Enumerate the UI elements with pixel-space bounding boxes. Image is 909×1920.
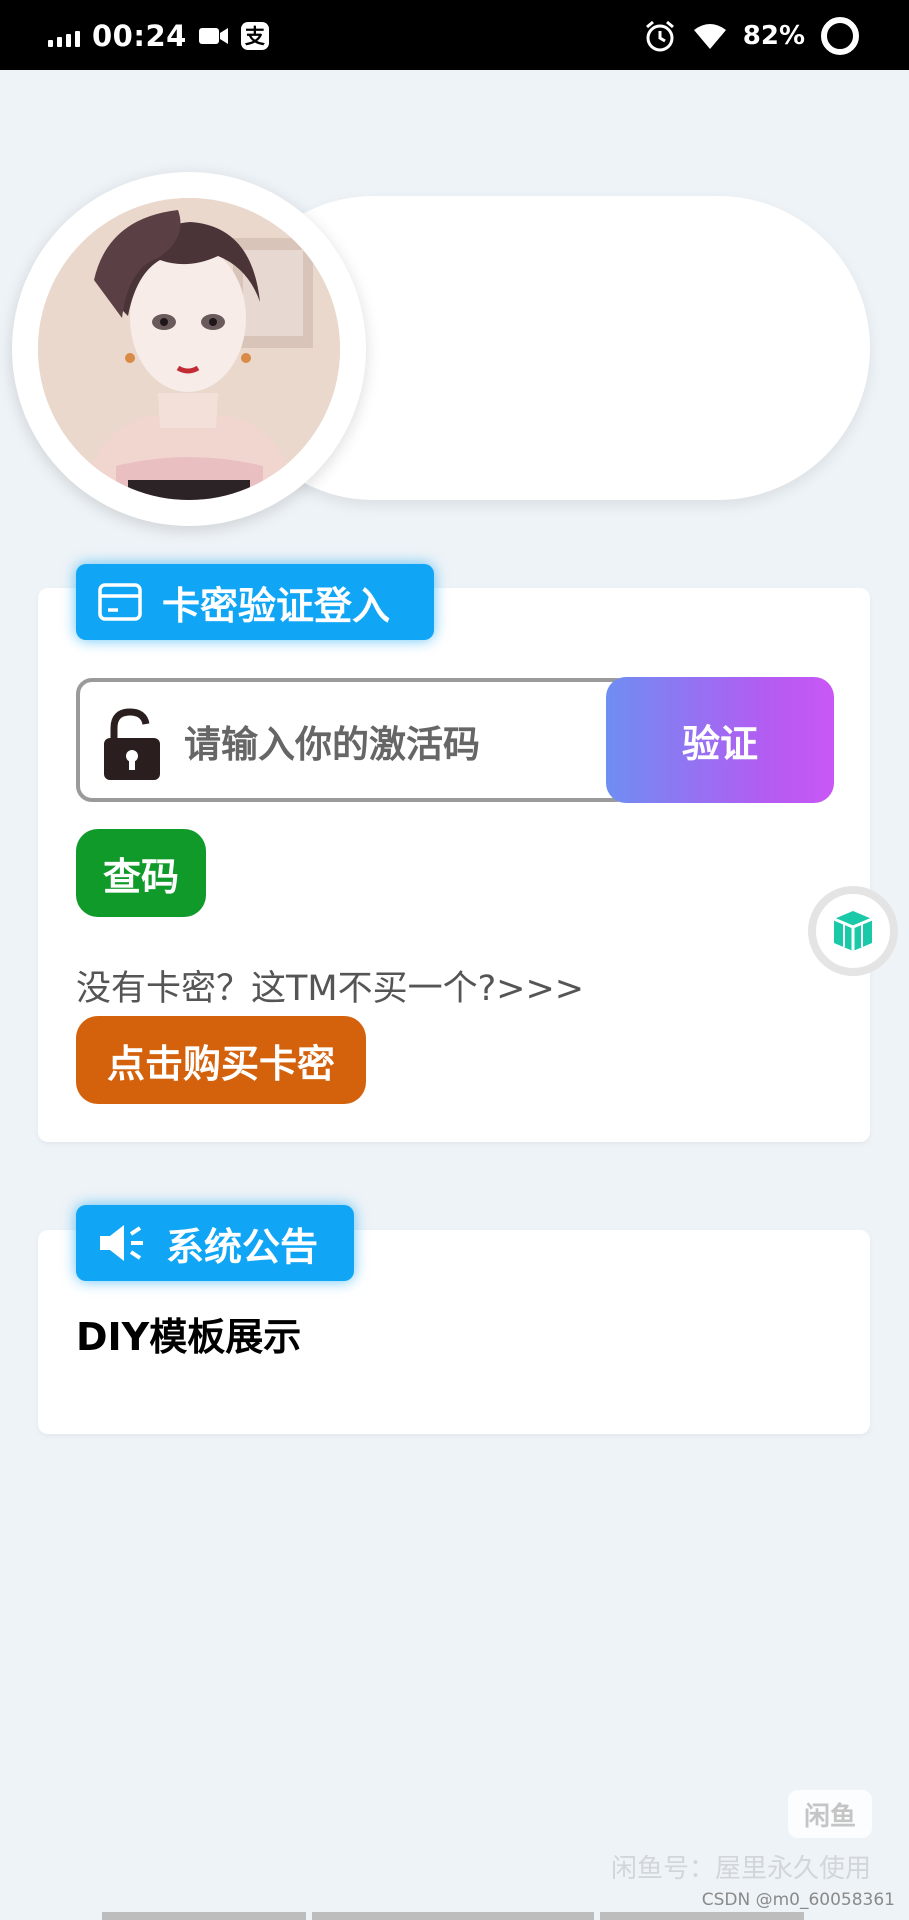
buy-card-button[interactable]: 点击购买卡密 [76,1016,366,1104]
status-right: 82% [643,14,859,58]
floating-cube-button[interactable] [808,886,898,976]
activation-code-placeholder: 请输入你的激活码 [184,723,480,766]
lock-icon [104,708,160,780]
status-bar: 00:24 支 82% [0,0,909,70]
status-time: 00:24 [92,19,187,53]
csdn-watermark: CSDN @m0_60058361 [701,1890,895,1910]
xianyu-watermark-logo: 闲鱼 [788,1790,872,1838]
anime-portrait-avatar [38,198,340,500]
notice-card-title: 系统公告 [166,1224,319,1269]
video-camera-icon [198,28,228,44]
alarm-clock-icon [645,20,674,52]
card-icon [98,583,142,621]
status-left: 00:24 支 [48,14,269,58]
login-card-title: 卡密验证登入 [162,583,391,628]
cube-icon [833,911,873,951]
signal-bars-icon [48,25,80,47]
battery-percent: 82% [742,21,805,51]
xianyu-watermark-text: 闲鱼号：屋里永久使用 [610,1854,871,1884]
wifi-icon [693,24,726,49]
alipay-icon: 支 [240,22,269,50]
avatar-frame [12,172,366,526]
battery-ring-icon [821,17,859,55]
speaker-icon [100,1225,143,1261]
verify-button[interactable]: 验证 [606,677,834,803]
notice-card-tag: 系统公告 [76,1205,354,1281]
notice-content: DIY模板展示 [76,1315,302,1359]
bottom-edge-bars [102,1912,804,1920]
login-card-tag: 卡密验证登入 [76,564,434,640]
query-code-button[interactable]: 查码 [76,829,206,917]
avatar[interactable] [38,198,340,500]
no-card-hint: 没有卡密？这TM不买一个?>>> [76,969,585,1009]
